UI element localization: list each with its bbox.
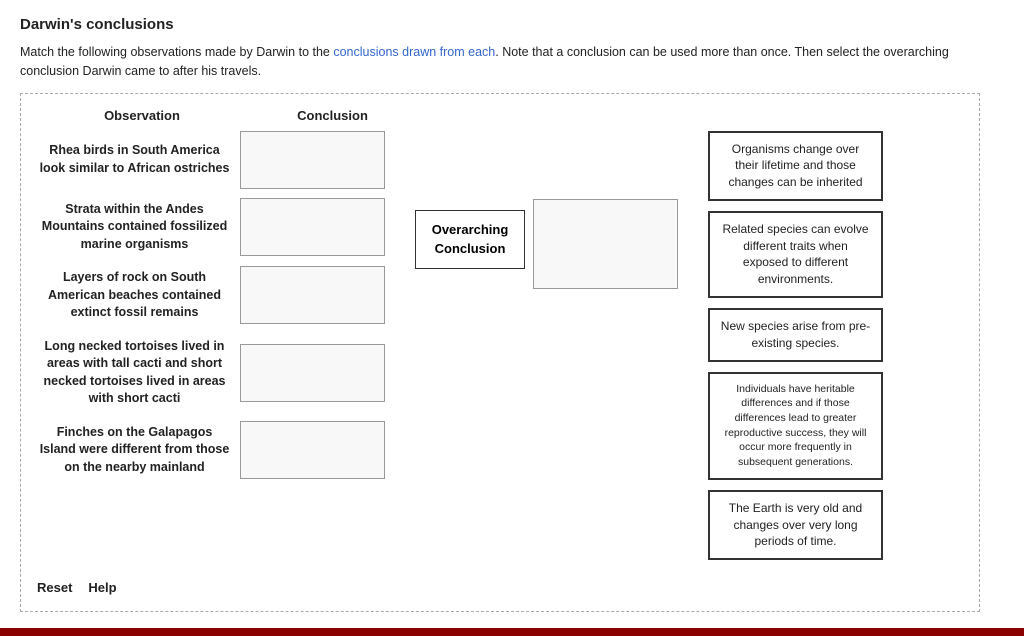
bottom-bar (0, 628, 1024, 636)
help-button[interactable]: Help (88, 580, 116, 595)
page-title: Darwin's conclusions (20, 16, 1004, 33)
obs-row-5: Finches on the Galapagos Island were dif… (37, 420, 385, 481)
observation-4: Long necked tortoises lived in areas wit… (37, 334, 232, 412)
overarching-section: Overarching Conclusion (415, 191, 678, 289)
instructions-link: conclusions drawn from each (333, 45, 495, 59)
drop-box-1[interactable] (240, 131, 385, 189)
col-header-conclusion: Conclusion (255, 108, 410, 123)
drop-box-5[interactable] (240, 421, 385, 479)
answer-option-4[interactable]: Individuals have heritable differences a… (708, 372, 883, 480)
column-headers: Observation Conclusion (37, 108, 963, 123)
observation-2: Strata within the Andes Mountains contai… (37, 197, 232, 258)
observation-1: Rhea birds in South America look similar… (37, 138, 232, 181)
col-header-observation: Observation (37, 108, 247, 123)
answer-option-1[interactable]: Organisms change over their lifetime and… (708, 131, 883, 201)
answer-option-3[interactable]: New species arise from pre-existing spec… (708, 308, 883, 362)
observation-5: Finches on the Galapagos Island were dif… (37, 420, 232, 481)
drop-box-3[interactable] (240, 266, 385, 324)
obs-row-1: Rhea birds in South America look similar… (37, 131, 385, 189)
obs-row-2: Strata within the Andes Mountains contai… (37, 197, 385, 258)
drop-box-2[interactable] (240, 198, 385, 256)
obs-row-3: Layers of rock on South American beaches… (37, 265, 385, 326)
content-area: Rhea birds in South America look similar… (37, 131, 963, 561)
main-content-box: Observation Conclusion Rhea birds in Sou… (20, 93, 980, 613)
overarching-drop-box[interactable] (533, 199, 678, 289)
answer-option-2[interactable]: Related species can evolve different tra… (708, 211, 883, 298)
instructions-text: Match the following observations made by… (20, 45, 333, 59)
drop-box-4[interactable] (240, 344, 385, 402)
instructions: Match the following observations made by… (20, 43, 980, 81)
observation-3: Layers of rock on South American beaches… (37, 265, 232, 326)
observations-section: Rhea birds in South America look similar… (37, 131, 385, 485)
answer-options-section: Organisms change over their lifetime and… (708, 131, 883, 561)
reset-button[interactable]: Reset (37, 580, 72, 595)
obs-row-4: Long necked tortoises lived in areas wit… (37, 334, 385, 412)
overarching-conclusion-button[interactable]: Overarching Conclusion (415, 210, 525, 268)
footer-area: Reset Help (37, 574, 963, 595)
answer-option-5[interactable]: The Earth is very old and changes over v… (708, 490, 883, 560)
